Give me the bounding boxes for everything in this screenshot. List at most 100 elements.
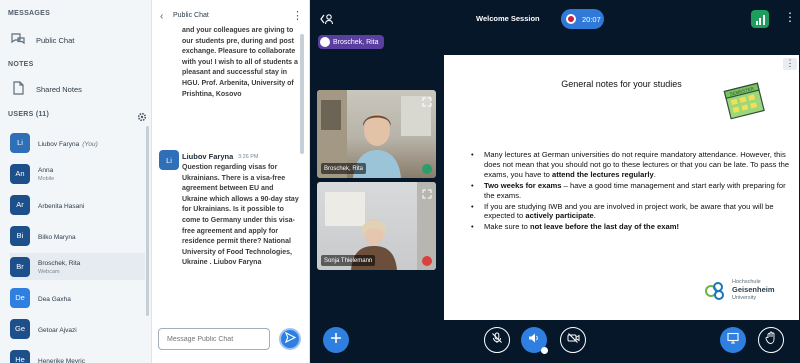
presenter-tag: Broschek, Rita — [318, 35, 384, 49]
user-info: Anna Mobile — [38, 163, 54, 184]
avatar: Li — [10, 132, 30, 153]
user-list-icon[interactable] — [320, 12, 334, 30]
user-name: Getoar Ajvazi — [38, 326, 77, 334]
notes-icon — [10, 80, 26, 98]
speaker-icon — [528, 331, 540, 349]
slide-bullet: Make sure to not leave before the last d… — [471, 222, 791, 232]
slide-emphasis: Two weeks for exams — [484, 180, 562, 190]
notes-heading: NOTES — [8, 61, 34, 68]
user-name: Anna — [38, 167, 54, 174]
slide-emphasis: attend the lectures regularly — [551, 169, 654, 179]
webcam-tile[interactable]: Sonja Thielemann — [317, 182, 436, 270]
chat-bubbles-icon — [10, 31, 26, 49]
slide-text: . — [593, 211, 596, 221]
microphone-icon — [422, 164, 432, 174]
slide-bullet-list: Many lectures at German universities do … — [471, 150, 791, 233]
avatar: Br — [10, 256, 30, 277]
user-name: Dea Gaxha — [38, 295, 71, 303]
university-logo-mark — [705, 281, 724, 300]
user-list-item[interactable]: An Anna Mobile — [10, 160, 145, 187]
send-button[interactable] — [279, 328, 301, 350]
avatar: Ge — [10, 318, 30, 339]
user-name: Henerike Mevric — [38, 357, 85, 363]
avatar: De — [10, 287, 30, 308]
signal-bar — [759, 18, 761, 25]
record-icon — [566, 14, 576, 24]
chat-scrollbar[interactable] — [300, 34, 304, 154]
message-input[interactable] — [158, 328, 270, 350]
mute-button[interactable] — [484, 327, 510, 353]
mic-off-icon — [491, 331, 503, 349]
user-list-item[interactable]: Li Liubov Faryna (You) — [10, 129, 145, 156]
plus-icon — [330, 331, 342, 349]
user-you-label: (You) — [82, 140, 98, 148]
slide-text: Make sure to — [484, 222, 531, 232]
expand-icon[interactable] — [422, 186, 432, 199]
user-list-item[interactable]: Bi Bilko Maryna — [10, 222, 145, 249]
actions-button[interactable] — [323, 327, 349, 353]
user-list-scrollbar[interactable] — [146, 126, 149, 316]
user-info: Broschek, Rita Webcam — [38, 256, 80, 277]
raise-hand-icon — [765, 331, 777, 349]
user-info: Getoar Ajvazi — [38, 323, 77, 335]
avatar: Bi — [10, 225, 30, 246]
user-name: Broschek, Rita — [38, 260, 81, 267]
audio-settings-dot[interactable] — [541, 347, 548, 354]
more-vertical-icon[interactable]: ⋮ — [784, 10, 796, 24]
users-heading: USERS (11) — [8, 111, 50, 118]
user-list-item[interactable]: De Dea Gaxha — [10, 284, 145, 311]
shared-notes-nav-item[interactable]: Shared Notes — [10, 80, 82, 98]
more-vertical-icon[interactable]: ⋮ — [292, 9, 303, 22]
presenter-name: Broschek, Rita — [333, 38, 379, 46]
chat-title: Public Chat — [173, 12, 209, 19]
video-toggle-button[interactable] — [560, 327, 586, 353]
slide-emphasis: not leave before the last day of the exa… — [530, 222, 679, 232]
user-info: Bilko Maryna — [38, 230, 76, 242]
chat-message-text: and your colleagues are giving to our st… — [182, 27, 298, 98]
chat-message-text: Question regarding visas for Ukrainians.… — [182, 164, 299, 267]
university-logo: Hochschule Geisenheim University — [704, 279, 775, 302]
avatar: An — [10, 163, 30, 184]
user-info: Liubov Faryna (You) — [38, 137, 98, 149]
audio-button[interactable] — [521, 327, 548, 354]
gear-icon[interactable] — [137, 109, 147, 127]
record-button[interactable]: 20:07 — [561, 9, 604, 29]
avatar: Ar — [10, 194, 30, 215]
user-name: Bilko Maryna — [38, 233, 76, 241]
university-logo-text: Hochschule Geisenheim University — [732, 279, 775, 302]
user-list-item[interactable]: He Henerike Mevric — [10, 346, 145, 363]
slide-emphasis: actively participate — [525, 211, 594, 221]
presentation-button[interactable] — [720, 327, 746, 353]
public-chat-nav-item[interactable]: Public Chat — [10, 31, 74, 49]
slide-bullet: Many lectures at German universities do … — [471, 150, 791, 180]
signal-bar — [762, 15, 765, 25]
user-info: Dea Gaxha — [38, 292, 71, 304]
chevron-left-icon[interactable]: ‹ — [160, 11, 163, 22]
user-list-item[interactable]: Ge Getoar Ajvazi — [10, 315, 145, 342]
presenter-icon — [320, 37, 330, 47]
expand-icon[interactable] — [422, 94, 432, 107]
public-chat-label: Public Chat — [36, 35, 75, 45]
presentation-slide: ⋮ General notes for your studies SEMESTE… — [444, 55, 799, 320]
user-sidebar: MESSAGES Public Chat NOTES Shared Notes … — [0, 0, 152, 363]
avatar: Li — [159, 150, 179, 170]
more-vertical-icon[interactable]: ⋮ — [783, 58, 797, 70]
messages-heading: MESSAGES — [8, 10, 51, 17]
raise-hand-button[interactable] — [758, 327, 784, 353]
recording-timer: 20:07 — [582, 14, 601, 24]
presentation-icon — [727, 331, 739, 349]
user-name: Arbenita Hasani — [38, 202, 85, 210]
webcam-tile[interactable]: Broschek, Rita — [317, 90, 436, 178]
connection-status-button[interactable] — [751, 10, 769, 28]
send-icon — [284, 330, 296, 348]
avatar: He — [10, 349, 30, 363]
session-title: Welcome Session — [476, 14, 540, 23]
logo-line: University — [732, 295, 757, 301]
message-sender-name: Liubov Faryna — [182, 152, 234, 161]
user-list-item[interactable]: Br Broschek, Rita Webcam — [10, 253, 145, 280]
camera-off-icon — [567, 331, 580, 349]
user-name: Liubov Faryna — [38, 140, 80, 148]
main-area: Welcome Session 20:07 ⋮ Broschek, Rita B… — [310, 0, 800, 363]
logo-line: Geisenheim — [732, 285, 775, 294]
user-list-item[interactable]: Ar Arbenita Hasani — [10, 191, 145, 218]
